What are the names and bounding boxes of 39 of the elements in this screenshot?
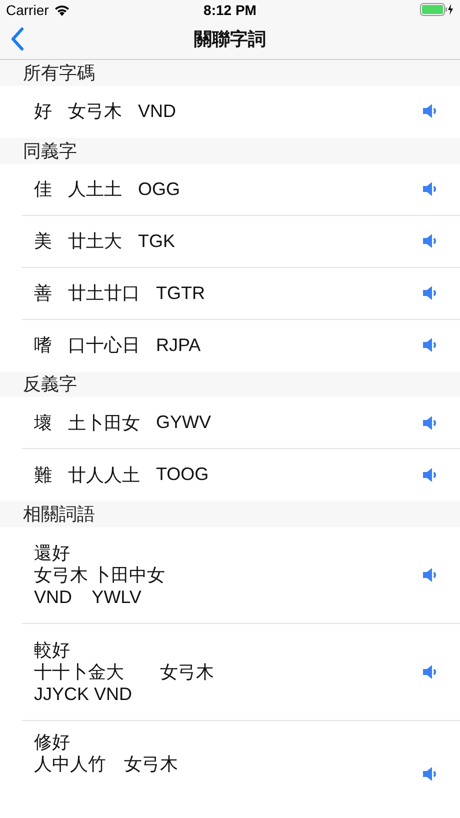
character: 難	[34, 464, 52, 487]
status-time: 8:12 PM	[204, 2, 256, 18]
input-code: RJPA	[156, 334, 201, 356]
radical-parts: 人土土	[68, 178, 122, 202]
radical-parts: 女弓木 卜田中女	[34, 564, 166, 586]
section-header: 相關詞語	[23, 503, 95, 526]
character: 壞	[34, 412, 52, 435]
section-header: 所有字碼	[23, 62, 95, 86]
back-icon[interactable]	[10, 27, 24, 52]
nav-title: 關聯字詞	[194, 28, 266, 52]
radical-parts: 十十卜金大 女弓木	[34, 661, 215, 684]
radical-parts: 廿土廿口	[68, 282, 140, 306]
character: 好	[34, 100, 52, 124]
character: 美	[34, 230, 52, 254]
word: 修好	[34, 731, 71, 754]
radical-parts: 廿土大	[68, 230, 122, 254]
wifi-icon	[54, 4, 70, 16]
carrier-label: Carrier	[6, 2, 49, 18]
word: 還好	[34, 542, 71, 564]
input-code: OGG	[138, 178, 180, 200]
battery-icon	[420, 3, 454, 16]
input-code: VND YWLV	[34, 586, 142, 608]
input-code: TGTR	[156, 282, 205, 304]
input-code: TOOG	[156, 464, 209, 486]
radical-parts: 廿人人土	[68, 464, 140, 487]
radical-parts: 口十心日	[68, 334, 140, 358]
input-code: GYWV	[156, 412, 212, 434]
character: 佳	[34, 178, 52, 202]
section-header: 反義字	[23, 373, 77, 396]
input-code: VND	[138, 100, 176, 122]
section-header: 同義字	[23, 140, 77, 163]
radical-parts: 女弓木	[68, 100, 122, 124]
word: 較好	[34, 639, 71, 662]
character: 善	[34, 282, 52, 306]
radical-parts: 人中人竹 女弓木	[34, 753, 179, 776]
input-code: TGK	[138, 230, 176, 252]
character: 嗜	[34, 334, 52, 358]
radical-parts: 土卜田女	[68, 412, 140, 435]
input-code: JJYCK VND	[34, 683, 134, 706]
